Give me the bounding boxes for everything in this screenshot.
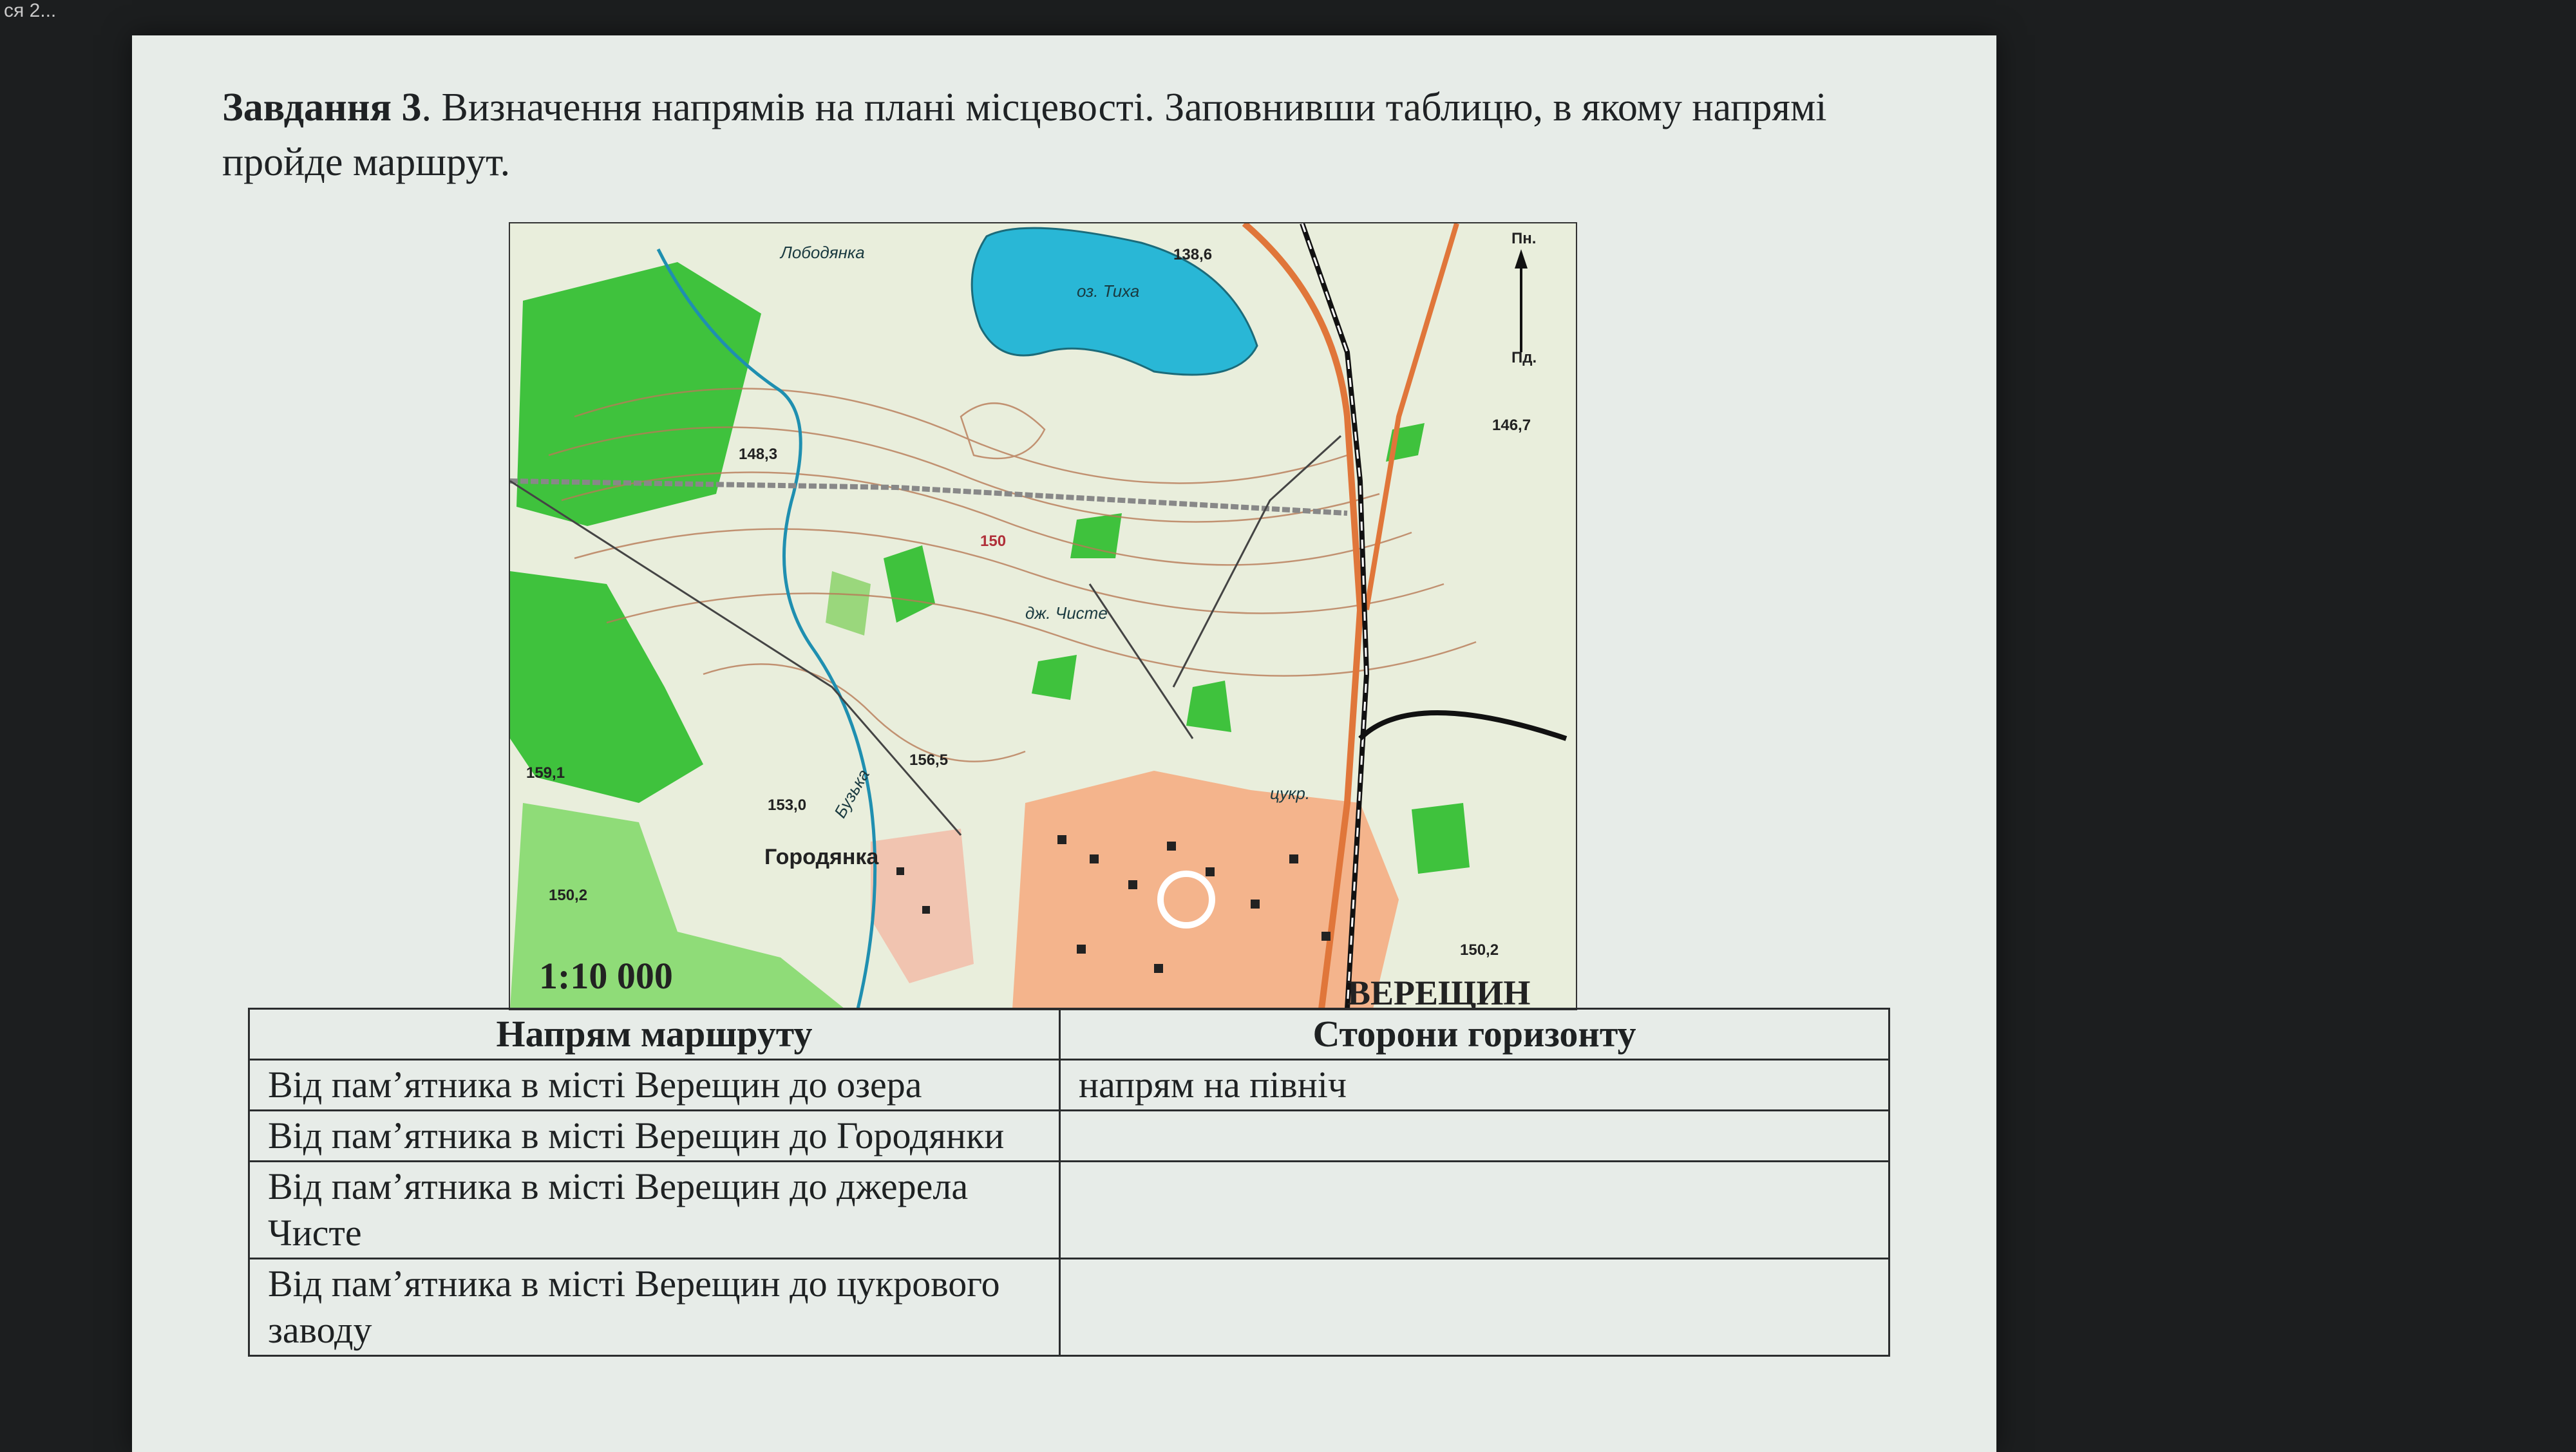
task-number: Завдання 3 <box>222 86 422 129</box>
label-height-1467: 146,7 <box>1492 417 1531 434</box>
label-height-1591: 159,1 <box>526 764 565 782</box>
label-height-1386: 138,6 <box>1173 246 1213 263</box>
table-header-row: Напрям маршруту Сторони горизонту <box>248 1008 1890 1061</box>
header-route: Напрям маршруту <box>248 1008 1061 1061</box>
route-cell: Від пам’ятника в місті Верещин до джерел… <box>248 1160 1061 1259</box>
document-page: Завдання 3. Визначення напрямів на плані… <box>132 35 1996 1452</box>
task-text: . Визначення напрямів на плані місцевост… <box>222 86 1827 184</box>
direction-cell[interactable] <box>1059 1160 1890 1259</box>
label-height-1502-east: 150,2 <box>1460 941 1499 959</box>
map-scale: 1:10 000 <box>539 955 673 997</box>
table-row: Від пам’ятника в місті Верещин до Городя… <box>248 1109 1890 1162</box>
label-height-1483: 148,3 <box>739 446 778 463</box>
label-village-horodianka: Городянка <box>764 845 879 869</box>
topographic-map: Лободянка оз. Тиха 138,6 148,3 146,7 дж.… <box>509 222 1577 1010</box>
routes-table: Напрям маршруту Сторони горизонту Від па… <box>248 1008 1890 1357</box>
table-row: Від пам’ятника в місті Верещин до джерел… <box>248 1160 1890 1259</box>
header-direction: Сторони горизонту <box>1059 1008 1890 1061</box>
taskbar-text: ся 2... <box>4 0 57 21</box>
label-height-1502-west: 150,2 <box>549 887 588 904</box>
route-cell: Від пам’ятника в місті Верещин до Городя… <box>248 1109 1061 1162</box>
direction-cell[interactable]: напрям на північ <box>1059 1059 1890 1111</box>
label-contour-150: 150 <box>980 533 1007 550</box>
label-south: Пд. <box>1511 349 1537 366</box>
label-height-1530: 153,0 <box>768 797 807 814</box>
label-north: Пн. <box>1511 230 1537 247</box>
label-lobodianka: Лободянка <box>781 243 865 262</box>
label-height-1565: 156,5 <box>909 751 949 769</box>
direction-cell[interactable] <box>1059 1258 1890 1357</box>
label-sugar-factory: цукр. <box>1270 784 1311 803</box>
table-row: Від пам’ятника в місті Верещин до цукров… <box>248 1258 1890 1357</box>
label-city-vereshchyn: ВЕРЕЩИН <box>1347 974 1531 1010</box>
town-area <box>1012 771 1399 1009</box>
label-lake: оз. Тиха <box>1077 281 1140 301</box>
table-row: Від пам’ятника в місті Верещин до озера … <box>248 1059 1890 1111</box>
label-spring-chyste: дж. Чисте <box>1025 603 1108 623</box>
task-heading: Завдання 3. Визначення напрямів на плані… <box>222 80 1935 190</box>
route-cell: Від пам’ятника в місті Верещин до озера <box>248 1059 1061 1111</box>
route-cell: Від пам’ятника в місті Верещин до цукров… <box>248 1258 1061 1357</box>
direction-cell[interactable] <box>1059 1109 1890 1162</box>
